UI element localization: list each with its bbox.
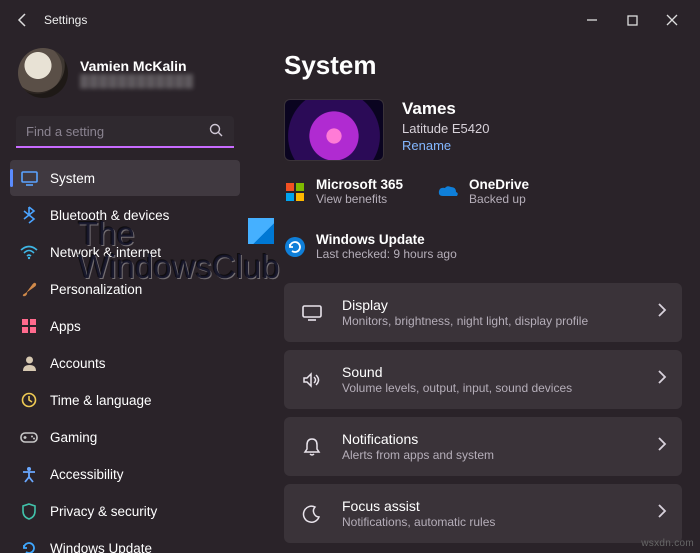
clock-icon xyxy=(20,391,38,409)
sidebar-item-accounts[interactable]: Accounts xyxy=(10,345,240,381)
status-title: Microsoft 365 xyxy=(316,177,403,192)
chevron-right-icon xyxy=(657,437,666,456)
microsoft365-icon xyxy=(284,181,306,203)
gaming-icon xyxy=(20,428,38,446)
sidebar-item-label: Gaming xyxy=(50,430,97,445)
sidebar-item-gaming[interactable]: Gaming xyxy=(10,419,240,455)
sidebar-item-label: Accounts xyxy=(50,356,106,371)
arrow-left-icon xyxy=(16,13,30,27)
sidebar-item-windows-update[interactable]: Windows Update xyxy=(10,530,240,553)
rename-link[interactable]: Rename xyxy=(402,138,451,153)
bluetooth-icon xyxy=(20,206,38,224)
status-title: Windows Update xyxy=(316,232,457,247)
sidebar-item-label: Network & internet xyxy=(50,245,161,260)
window-controls xyxy=(572,5,692,35)
display-icon xyxy=(300,301,324,325)
card-sound[interactable]: SoundVolume levels, output, input, sound… xyxy=(284,350,682,409)
nav-list: System Bluetooth & devices Network & inter… xyxy=(10,160,240,553)
chevron-right-icon xyxy=(657,303,666,322)
close-icon xyxy=(666,14,678,26)
content-area: System Vames Latitude E5420 Rename Micro… xyxy=(250,40,700,553)
sidebar-item-label: Windows Update xyxy=(50,541,152,553)
wifi-icon xyxy=(20,243,38,261)
sidebar-item-label: Bluetooth & devices xyxy=(50,208,169,223)
sidebar-item-accessibility[interactable]: Accessibility xyxy=(10,456,240,492)
device-model: Latitude E5420 xyxy=(402,121,489,136)
device-name: Vames xyxy=(402,99,489,119)
sidebar-item-label: Privacy & security xyxy=(50,504,157,519)
user-email: ████████████ xyxy=(80,74,194,88)
avatar xyxy=(18,48,68,98)
title-bar: Settings xyxy=(0,0,700,40)
moon-icon xyxy=(300,502,324,526)
profile-block[interactable]: Vamien McKalin ████████████ xyxy=(10,40,240,112)
onedrive-icon xyxy=(437,181,459,203)
update-icon xyxy=(20,539,38,553)
card-sub: Volume levels, output, input, sound devi… xyxy=(342,381,572,395)
update-sync-icon xyxy=(284,236,306,258)
status-row: Microsoft 365View benefits OneDriveBacked… xyxy=(284,177,682,261)
sidebar-item-personalization[interactable]: Personalization xyxy=(10,271,240,307)
card-title: Display xyxy=(342,297,588,313)
card-title: Focus assist xyxy=(342,498,495,514)
sidebar-item-system[interactable]: System xyxy=(10,160,240,196)
minimize-button[interactable] xyxy=(572,5,612,35)
status-title: OneDrive xyxy=(469,177,529,192)
monitor-icon xyxy=(20,169,38,187)
maximize-button[interactable] xyxy=(612,5,652,35)
sidebar-item-label: System xyxy=(50,171,95,186)
person-icon xyxy=(20,354,38,372)
status-onedrive[interactable]: OneDriveBacked up xyxy=(437,177,529,206)
sidebar-item-apps[interactable]: Apps xyxy=(10,308,240,344)
apps-icon xyxy=(20,317,38,335)
brush-icon xyxy=(20,280,38,298)
card-sub: Alerts from apps and system xyxy=(342,448,494,462)
sidebar-item-bluetooth-devices[interactable]: Bluetooth & devices xyxy=(10,197,240,233)
status-sub: Last checked: 9 hours ago xyxy=(316,247,457,261)
card-notifications[interactable]: NotificationsAlerts from apps and system xyxy=(284,417,682,476)
card-sub: Monitors, brightness, night light, displ… xyxy=(342,314,588,328)
user-name: Vamien McKalin xyxy=(80,58,194,74)
sidebar-item-privacy-security[interactable]: Privacy & security xyxy=(10,493,240,529)
sidebar-item-label: Accessibility xyxy=(50,467,124,482)
card-focus-assist[interactable]: Focus assistNotifications, automatic rul… xyxy=(284,484,682,543)
sidebar-item-label: Time & language xyxy=(50,393,152,408)
status-windows-update[interactable]: Windows UpdateLast checked: 9 hours ago xyxy=(284,232,457,261)
maximize-icon xyxy=(627,15,638,26)
sidebar-item-label: Personalization xyxy=(50,282,142,297)
shield-icon xyxy=(20,502,38,520)
close-button[interactable] xyxy=(652,5,692,35)
card-title: Sound xyxy=(342,364,572,380)
sidebar-item-time-language[interactable]: Time & language xyxy=(10,382,240,418)
source-footer: wsxdn.com xyxy=(641,538,694,549)
card-title: Notifications xyxy=(342,431,494,447)
bell-icon xyxy=(300,435,324,459)
status-microsoft-365[interactable]: Microsoft 365View benefits xyxy=(284,177,403,206)
sidebar-item-network-internet[interactable]: Network & internet xyxy=(10,234,240,270)
device-wallpaper xyxy=(284,99,384,161)
status-sub: Backed up xyxy=(469,192,529,206)
back-button[interactable] xyxy=(8,5,38,35)
chevron-right-icon xyxy=(657,504,666,523)
card-display[interactable]: DisplayMonitors, brightness, night light… xyxy=(284,283,682,342)
search-wrap xyxy=(16,116,234,148)
settings-cards: DisplayMonitors, brightness, night light… xyxy=(284,283,682,543)
accessibility-icon xyxy=(20,465,38,483)
sidebar-item-label: Apps xyxy=(50,319,81,334)
card-sub: Notifications, automatic rules xyxy=(342,515,495,529)
window-title: Settings xyxy=(44,13,87,27)
search-input[interactable] xyxy=(16,116,234,148)
status-sub: View benefits xyxy=(316,192,403,206)
search-icon xyxy=(209,123,224,143)
minimize-icon xyxy=(586,14,598,26)
sound-icon xyxy=(300,368,324,392)
device-block: Vames Latitude E5420 Rename xyxy=(284,99,682,161)
page-title: System xyxy=(284,50,682,81)
sidebar: Vamien McKalin ████████████ System Blueto… xyxy=(0,40,250,553)
chevron-right-icon xyxy=(657,370,666,389)
